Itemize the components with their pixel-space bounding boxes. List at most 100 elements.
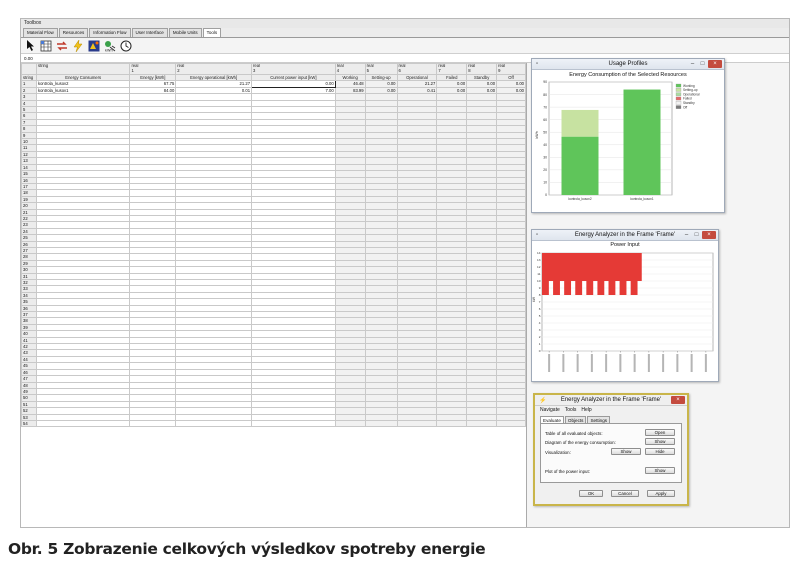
type-cell: real 8: [466, 63, 498, 75]
energy-analyzer-panel: ⚡ Energy Analyzer in the Frame 'Frame' ×…: [533, 393, 689, 506]
row-number: 54: [21, 419, 37, 428]
power-pulse: [542, 281, 549, 295]
menu-help[interactable]: Help: [581, 406, 591, 414]
hide-visualization-button[interactable]: Hide: [645, 448, 675, 455]
power-pulse: [586, 281, 594, 295]
analyzer-title: Energy Analyzer in the Frame 'Frame': [560, 397, 662, 403]
sheet-icon[interactable]: [40, 40, 52, 52]
lightning-icon[interactable]: [72, 39, 84, 52]
table-cell[interactable]: [334, 419, 366, 428]
y-tick-label: 6: [539, 307, 541, 311]
maximize-icon[interactable]: □: [698, 60, 707, 68]
table-cell[interactable]: [466, 419, 498, 428]
show-diagram-button[interactable]: Show: [645, 438, 675, 445]
y-tick-label: 7: [539, 300, 541, 304]
x-tick-label: [704, 354, 707, 372]
bar-working: [561, 136, 599, 195]
show-visualization-button[interactable]: Show: [611, 448, 641, 455]
y-tick-label: 50: [543, 130, 547, 134]
tab-mobile-units[interactable]: Mobile Units: [168, 28, 202, 37]
minimize-icon[interactable]: –: [682, 231, 691, 239]
usage-profiles-titlebar[interactable]: ▫ Usage Profiles – □ ×: [532, 59, 724, 70]
toolbox-toolbar: kWh: [21, 38, 789, 54]
legend-swatch: [675, 88, 682, 92]
x-tick-label: [576, 354, 579, 372]
exchange-icon[interactable]: [56, 40, 68, 52]
analyzer-app-icon: ⚡: [539, 397, 547, 404]
window-title: Toolbox: [21, 19, 789, 28]
y-tick-label: 90: [543, 80, 547, 84]
y-tick-label: 70: [543, 105, 547, 109]
y-tick-label: 11: [537, 272, 540, 276]
type-cell: real 3: [251, 63, 336, 75]
show-plot-button[interactable]: Show: [645, 467, 675, 474]
tab-tools[interactable]: Tools: [202, 28, 222, 37]
table-cell[interactable]: [175, 419, 253, 428]
table-cell[interactable]: [129, 419, 177, 428]
tab-user-interface[interactable]: User Interface: [131, 28, 168, 37]
tab-material-flow[interactable]: Material Flow: [23, 28, 58, 37]
header-row: string Energy Consumers Energy [kWh] Energy…: [21, 73, 526, 82]
menu-tools[interactable]: Tools: [565, 406, 577, 414]
close-icon[interactable]: ×: [708, 60, 722, 68]
type-cell: real 7: [436, 63, 468, 75]
power-pulse: [564, 281, 572, 295]
table-cell[interactable]: [251, 419, 336, 428]
power-input-titlebar[interactable]: ▫ Energy Analyzer in the Frame 'Frame' –…: [532, 230, 718, 241]
analyzer-menubar: Navigate Tools Help: [535, 406, 687, 414]
cancel-button[interactable]: Cancel: [611, 490, 639, 497]
table-cell[interactable]: [496, 419, 526, 428]
table-cell[interactable]: [396, 419, 438, 428]
y-tick-label: 5: [539, 314, 541, 318]
tab-resources[interactable]: Resources: [58, 28, 89, 37]
energy-icon[interactable]: kWh: [104, 40, 116, 52]
table-cell[interactable]: [436, 419, 468, 428]
x-tick-label: [633, 354, 636, 372]
usage-profiles-window: ▫ Usage Profiles – □ × Energy Consumptio…: [531, 58, 725, 213]
x-tick-label: [647, 354, 650, 372]
open-table-button[interactable]: Open: [645, 429, 675, 436]
close-icon[interactable]: ×: [702, 231, 716, 239]
analyzer-icon[interactable]: [88, 40, 100, 52]
menu-navigate[interactable]: Navigate: [540, 406, 560, 414]
x-tick-label: [590, 354, 593, 372]
analyzer-titlebar[interactable]: ⚡ Energy Analyzer in the Frame 'Frame' ×: [535, 395, 687, 406]
power-band: [542, 253, 642, 281]
minimize-icon[interactable]: –: [688, 60, 697, 68]
power-input-window: ▫ Energy Analyzer in the Frame 'Frame' –…: [531, 229, 719, 382]
legend-label: Off: [683, 105, 687, 109]
power-pulse: [575, 281, 583, 295]
maximize-icon[interactable]: □: [692, 231, 701, 239]
power-chart: 01234567891011121314kW: [532, 251, 714, 372]
y-tick-label: 2: [539, 335, 541, 339]
table-cell[interactable]: [35, 419, 131, 428]
y-tick-label: 20: [543, 168, 547, 172]
clock-icon[interactable]: [120, 40, 132, 52]
ok-button[interactable]: OK: [579, 490, 603, 497]
y-tick-label: 10: [537, 279, 541, 283]
y-tick-label: 0: [539, 349, 541, 353]
apply-button[interactable]: Apply: [647, 490, 675, 497]
x-tick-label: kontrola_kusov1: [630, 197, 653, 201]
tab-information-flow[interactable]: Information Flow: [89, 28, 131, 37]
svg-text:kWh: kWh: [105, 48, 113, 52]
table-cell[interactable]: [364, 419, 398, 428]
x-tick-label: [562, 354, 565, 372]
y-tick-label: 9: [539, 286, 541, 290]
pointer-icon[interactable]: [24, 40, 36, 52]
chart-app-icon: ▫: [536, 232, 539, 238]
y-tick-label: 40: [543, 143, 547, 147]
close-icon[interactable]: ×: [671, 396, 685, 404]
type-row: string real 1 real 2 real 3 real 4 real 5 real…: [21, 63, 526, 75]
type-cell: real 2: [175, 63, 253, 75]
type-cell: real 6: [396, 63, 438, 75]
type-cell: real 4: [334, 63, 366, 75]
y-tick-label: 60: [543, 118, 547, 122]
bar-working: [623, 89, 661, 195]
y-tick-label: 14: [537, 251, 541, 255]
legend-swatch: [675, 83, 682, 88]
power-chart-title: Power Input: [610, 242, 640, 248]
power-pulse: [630, 281, 638, 295]
y-tick-label: 10: [543, 181, 547, 185]
energy-table: string real 1 real 2 real 3 real 4 real 5 real…: [21, 63, 526, 428]
